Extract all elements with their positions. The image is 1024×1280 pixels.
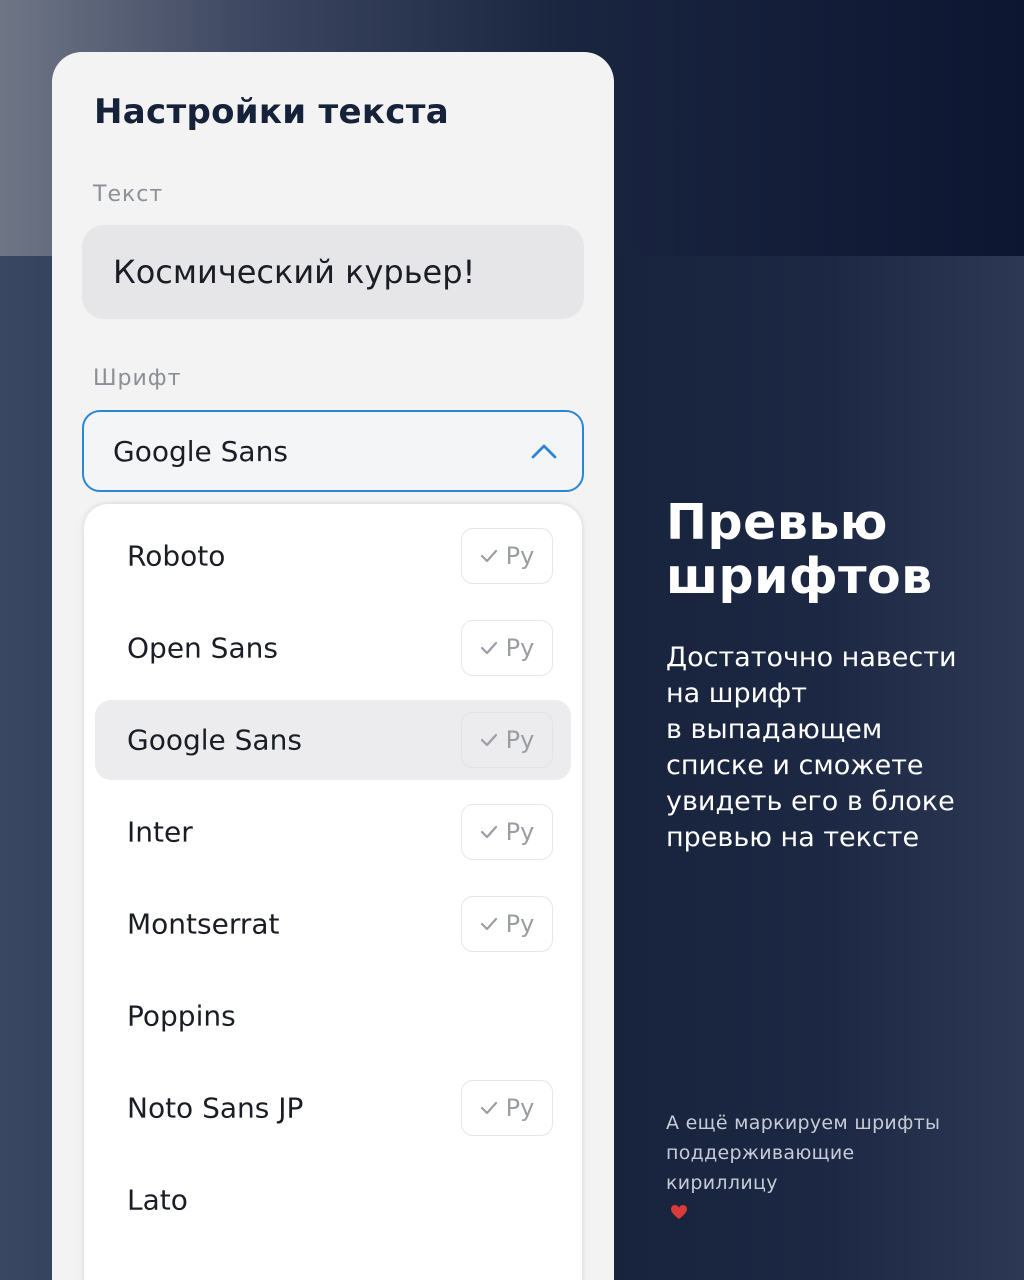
font-option-name: Open Sans [127,631,278,665]
cyrillic-badge-label: Ру [505,542,535,570]
cyrillic-badge-label: Ру [505,910,535,938]
cyrillic-badge-label: Ру [505,818,535,846]
font-option[interactable]: Montserrat Ру [95,884,571,964]
font-option[interactable]: Lato [95,1160,571,1240]
font-option-name: Noto Sans JP [127,1091,304,1125]
check-icon [480,549,497,563]
cyrillic-badge: Ру [461,804,553,860]
promo-description: Достаточно навести на шрифт в выпадающем… [666,640,996,856]
promo-desc-line: в выпадающем [666,714,883,745]
promo-note-line: поддерживающие [666,1142,855,1164]
promo-desc-line: на шрифт [666,678,807,709]
promo-note-line-last: кириллицу [666,1168,986,1228]
cyrillic-badge: Ру [461,620,553,676]
promo-heading: Превью шрифтов [666,496,933,604]
check-icon [480,825,497,839]
check-icon [480,1101,497,1115]
text-settings-panel: Настройки текста Текст Шрифт Google Sans… [52,52,614,1280]
cyrillic-badge-label: Ру [505,726,535,754]
font-select-value: Google Sans [113,434,288,468]
text-input[interactable] [82,225,584,319]
text-field-label: Текст [93,182,164,207]
promo-note-line: А ещё маркируем шрифты [666,1112,941,1134]
check-icon [480,641,497,655]
font-option[interactable]: Roboto Ру [95,516,571,596]
cyrillic-badge: Ру [461,712,553,768]
promo-desc-line: увидеть его в блоке [666,786,955,817]
cyrillic-badge: Ру [461,528,553,584]
promo-note: А ещё маркируем шрифты поддерживающие ки… [666,1108,986,1228]
heart-icon [671,1205,687,1219]
font-option-name: Google Sans [127,723,302,757]
font-option[interactable]: Inter Ру [95,792,571,872]
font-option-name: Roboto [127,539,226,573]
promo-heading-line-2: шрифтов [666,548,933,605]
cyrillic-badge-label: Ру [505,634,535,662]
promo-desc-line: списке и сможете [666,750,924,781]
cyrillic-badge: Ру [461,1080,553,1136]
panel-title: Настройки текста [94,92,449,132]
font-option[interactable]: Google Sans Ру [95,700,571,780]
chevron-up-icon[interactable] [530,442,558,460]
cyrillic-badge: Ру [461,896,553,952]
font-option-name: Lato [127,1183,188,1217]
font-option-name: Inter [127,815,193,849]
promo-note-text: кириллицу [666,1172,778,1194]
font-option-name: Poppins [127,999,236,1033]
check-icon [480,733,497,747]
font-option[interactable]: Open Sans Ру [95,608,571,688]
font-field-label: Шрифт [93,366,182,391]
font-option[interactable]: Noto Sans JP Ру [95,1068,571,1148]
font-option-name: Montserrat [127,907,280,941]
font-option[interactable]: Poppins [95,976,571,1056]
promo-heading-line-1: Превью [666,494,888,551]
cyrillic-badge-label: Ру [505,1094,535,1122]
check-icon [480,917,497,931]
font-select[interactable]: Google Sans [82,410,584,492]
font-dropdown-list: Roboto Ру Open Sans Ру Google Sans Ру Inter Ру M… [84,504,582,1280]
promo-desc-line: превью на тексте [666,822,920,853]
promo-desc-line: Достаточно навести [666,642,957,673]
